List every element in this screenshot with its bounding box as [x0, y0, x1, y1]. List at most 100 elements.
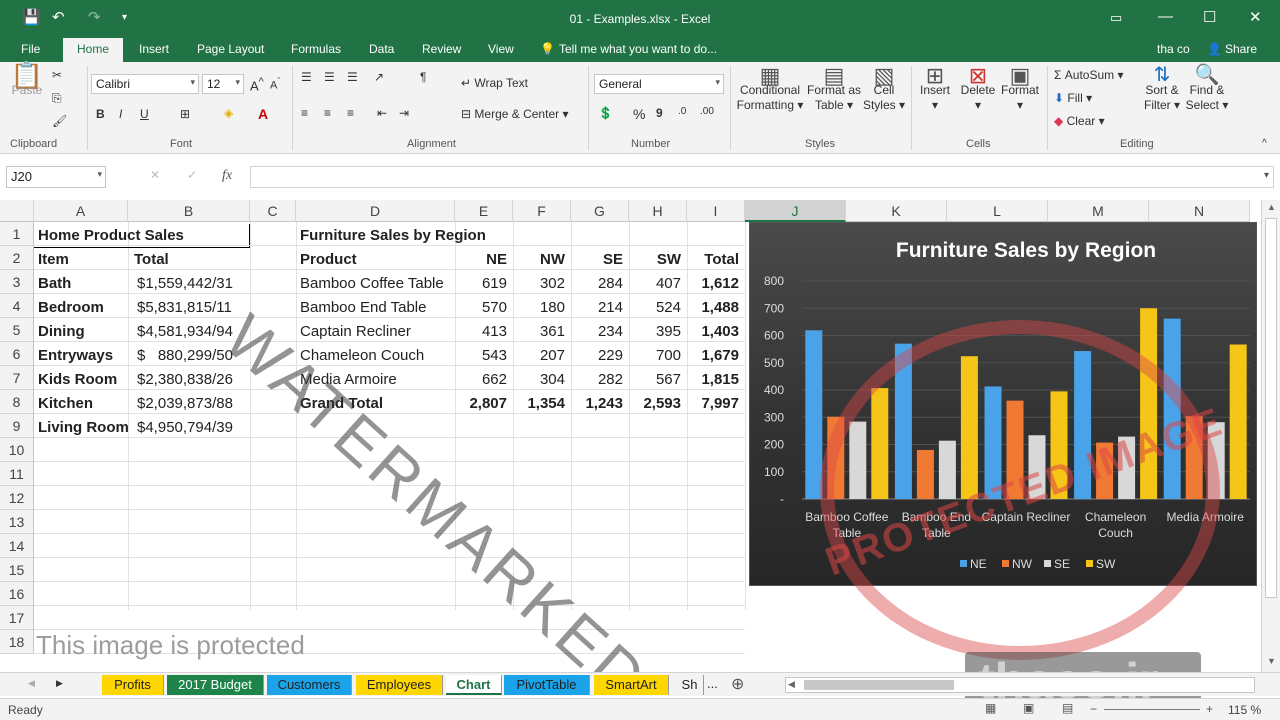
row-header-2[interactable]: 2 [0, 246, 34, 270]
decrease-indent-icon[interactable]: ⇤ [377, 106, 387, 120]
column-header-m[interactable]: M [1048, 200, 1149, 222]
vertical-scrollbar[interactable]: ▲ ▼ [1261, 200, 1280, 672]
scroll-down-icon[interactable]: ▼ [1267, 656, 1276, 666]
column-header-g[interactable]: G [571, 200, 629, 222]
chart-bar-se-5[interactable] [1207, 422, 1225, 499]
row-header-3[interactable]: 3 [0, 270, 34, 294]
column-header-c[interactable]: C [250, 200, 296, 222]
chart-bar-ne-2[interactable] [894, 343, 912, 499]
shrink-font-button[interactable]: Aˇ [270, 76, 280, 92]
number-format-select[interactable]: General ▾ [594, 74, 724, 94]
wrap-text-button[interactable]: ↵ Wrap Text [461, 76, 528, 90]
column-header-e[interactable]: E [455, 200, 513, 222]
chart-bar-sw-4[interactable] [1140, 308, 1158, 499]
column-header-a[interactable]: A [34, 200, 128, 222]
format-as-table-button[interactable]: ▤ Format as Table ▾ [806, 65, 862, 113]
underline-button[interactable]: U [140, 107, 149, 121]
increase-decimal-icon[interactable]: .0 [678, 106, 686, 117]
chart-bar-ne-5[interactable] [1163, 318, 1181, 499]
sort-filter-button[interactable]: ⇅ Sort & Filter ▾ [1142, 65, 1182, 113]
close-icon[interactable]: ✕ [1249, 8, 1262, 26]
autosum-button[interactable]: Σ AutoSum ▾ [1054, 68, 1123, 82]
row-header-16[interactable]: 16 [0, 582, 34, 606]
font-color-icon[interactable]: A [258, 106, 268, 122]
chart-furniture-sales[interactable]: Furniture Sales by Region - 100 200 300 400 5… [749, 222, 1257, 586]
chart-bar-ne-1[interactable] [805, 330, 823, 499]
zoom-level[interactable]: 115 % [1228, 703, 1261, 717]
horizontal-scrollbar[interactable]: ◀ [785, 677, 1255, 693]
row-header-15[interactable]: 15 [0, 558, 34, 582]
chart-bar-nw-4[interactable] [1096, 442, 1114, 499]
share-button[interactable]: Share [1225, 42, 1257, 56]
chart-bar-ne-3[interactable] [984, 386, 1002, 499]
sheet-tab-smartart[interactable]: SmartArt [594, 675, 669, 695]
cancel-icon[interactable]: ✕ [150, 168, 160, 182]
row-header-18[interactable]: 18 [0, 630, 34, 654]
sheet-tab-sh[interactable]: Sh [676, 675, 704, 695]
italic-button[interactable]: I [119, 107, 122, 121]
column-header-h[interactable]: H [629, 200, 687, 222]
scroll-up-icon[interactable]: ▲ [1267, 202, 1276, 212]
sheet-tab-pivottable[interactable]: PivotTable [504, 675, 590, 695]
align-middle-icon[interactable]: ☰ [324, 70, 335, 84]
borders-icon[interactable]: ⊞ [180, 107, 190, 121]
row-header-10[interactable]: 10 [0, 438, 34, 462]
chart-bar-nw-3[interactable] [1006, 400, 1024, 499]
cut-icon[interactable]: ✂ [52, 68, 62, 82]
column-header-k[interactable]: K [846, 200, 947, 222]
scroll-tabs-right-icon[interactable]: ▶ [56, 678, 63, 689]
fill-button[interactable]: ⬇ Fill ▾ [1054, 91, 1092, 105]
name-box[interactable]: J20 ▾ [6, 166, 106, 188]
tell-me-box[interactable]: Tell me what you want to do... [559, 42, 717, 56]
normal-view-icon[interactable]: ▦ [985, 701, 996, 715]
row-header-6[interactable]: 6 [0, 342, 34, 366]
grow-font-button[interactable]: A^ [250, 76, 264, 93]
hscroll-left-icon[interactable]: ◀ [788, 679, 795, 690]
row-header-12[interactable]: 12 [0, 486, 34, 510]
collapse-ribbon-icon[interactable]: ^ [1262, 138, 1267, 149]
tab-home[interactable]: Home [63, 38, 124, 62]
format-painter-icon[interactable]: 🖌 [52, 114, 67, 128]
row-header-4[interactable]: 4 [0, 294, 34, 318]
tab-file[interactable]: File [21, 42, 40, 56]
copy-icon[interactable]: ⎘ [52, 91, 62, 106]
conditional-formatting-button[interactable]: ▦ Conditional Formatting ▾ [736, 65, 804, 113]
more-sheets-ellipsis[interactable]: ... [707, 676, 718, 691]
tab-view[interactable]: View [488, 42, 514, 56]
sheet-tab-customers[interactable]: Customers [267, 675, 352, 695]
format-cells-button[interactable]: ▣ Format ▾ [998, 65, 1042, 113]
scroll-thumb[interactable] [1265, 218, 1277, 598]
insert-cells-button[interactable]: ⊞ Insert ▾ [914, 65, 956, 113]
column-header-f[interactable]: F [513, 200, 571, 222]
chart-bar-sw-2[interactable] [960, 356, 978, 499]
comma-button[interactable]: 9 [656, 106, 663, 120]
tab-review[interactable]: Review [422, 42, 461, 56]
accounting-icon[interactable]: 💲 [598, 106, 613, 120]
column-header-i[interactable]: I [687, 200, 745, 222]
clear-button[interactable]: ◆ Clear ▾ [1054, 114, 1105, 128]
tab-data[interactable]: Data [369, 42, 394, 56]
chart-bar-nw-2[interactable] [916, 449, 934, 499]
sheet-tab-employees[interactable]: Employees [356, 675, 443, 695]
formula-input[interactable]: ▾ [250, 166, 1274, 188]
row-header-7[interactable]: 7 [0, 366, 34, 390]
select-all-corner[interactable] [0, 200, 34, 222]
ribbon-display-icon[interactable]: ▭ [1110, 10, 1122, 26]
align-left-icon[interactable]: ≡ [301, 106, 308, 120]
chart-bar-nw-1[interactable] [827, 416, 845, 499]
user-name[interactable]: tha co [1157, 42, 1190, 56]
zoom-slider[interactable] [1104, 709, 1200, 710]
column-header-n[interactable]: N [1149, 200, 1250, 222]
row-header-5[interactable]: 5 [0, 318, 34, 342]
enter-icon[interactable]: ✓ [187, 168, 197, 182]
increase-indent-icon[interactable]: ⇥ [399, 106, 409, 120]
chart-bar-nw-5[interactable] [1185, 416, 1203, 499]
font-size-select[interactable]: 12 ▾ [202, 74, 244, 94]
find-select-button[interactable]: 🔍 Find & Select ▾ [1184, 65, 1230, 113]
insert-function-button[interactable]: fx [222, 168, 232, 184]
scroll-tabs-left-icon[interactable]: ◀ [28, 678, 35, 689]
tab-page-layout[interactable]: Page Layout [197, 42, 264, 56]
minimize-icon[interactable]: — [1158, 8, 1173, 25]
sheet-tab-chart[interactable]: Chart [446, 675, 502, 695]
row-header-1[interactable]: 1 [0, 222, 34, 246]
